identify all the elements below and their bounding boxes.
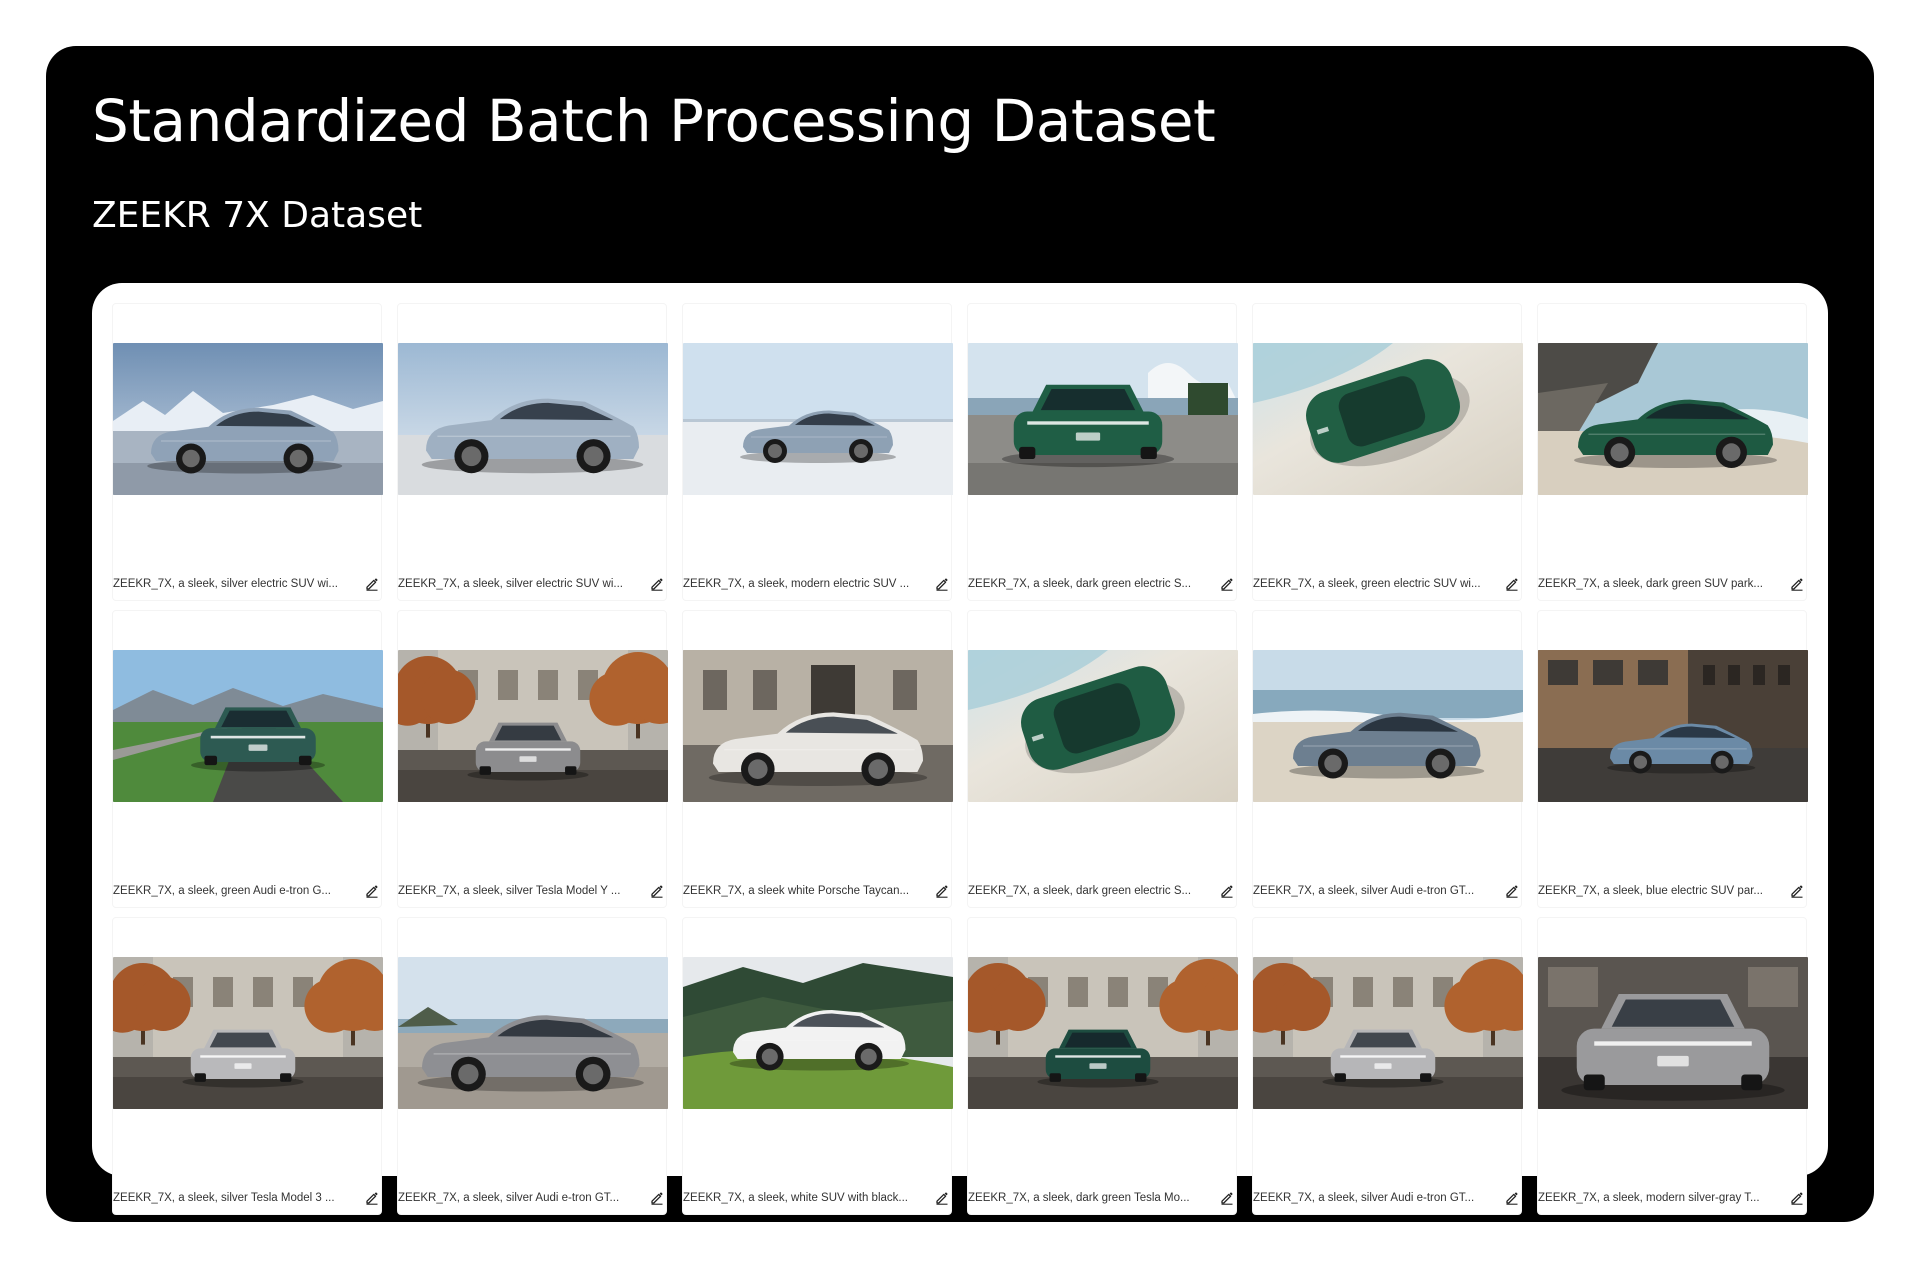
image-card[interactable]: ZEEKR_7X, a sleek, white SUV with black.… (682, 917, 953, 1215)
car-thumbnail[interactable] (683, 343, 953, 495)
image-card[interactable]: ZEEKR_7X, a sleek, blue electric SUV par… (1537, 610, 1808, 908)
car-thumbnail[interactable] (398, 343, 668, 495)
edit-caption-icon[interactable] (933, 1189, 951, 1207)
image-card[interactable]: ZEEKR_7X, a sleek, silver Audi e-tron GT… (1252, 610, 1523, 908)
car-thumbnail[interactable] (1538, 957, 1808, 1109)
edit-caption-icon[interactable] (648, 882, 666, 900)
edit-caption-icon[interactable] (1788, 1189, 1806, 1207)
image-card[interactable]: ZEEKR_7X, a sleek, silver Tesla Model Y … (397, 610, 668, 908)
car-thumbnail[interactable] (113, 650, 383, 802)
edit-caption-icon[interactable] (648, 575, 666, 593)
image-grid: ZEEKR_7X, a sleek, silver electric SUV w… (112, 303, 1808, 1215)
image-caption: ZEEKR_7X, a sleek, dark green electric S… (968, 885, 1192, 897)
car-thumbnail[interactable] (968, 957, 1238, 1109)
image-card[interactable]: ZEEKR_7X, a sleek white Porsche Taycan..… (682, 610, 953, 908)
image-card[interactable]: ZEEKR_7X, a sleek, silver electric SUV w… (112, 303, 383, 601)
car-thumbnail[interactable] (398, 650, 668, 802)
car-thumbnail[interactable] (1253, 343, 1523, 495)
edit-caption-icon[interactable] (933, 882, 951, 900)
edit-caption-icon[interactable] (1218, 575, 1236, 593)
image-card[interactable]: ZEEKR_7X, a sleek, silver electric SUV w… (397, 303, 668, 601)
car-thumbnail[interactable] (113, 957, 383, 1109)
image-caption: ZEEKR_7X, a sleek, white SUV with black.… (683, 1192, 908, 1204)
image-card[interactable]: ZEEKR_7X, a sleek, green Audi e-tron G..… (112, 610, 383, 908)
edit-caption-icon[interactable] (1788, 882, 1806, 900)
edit-caption-icon[interactable] (1503, 882, 1521, 900)
car-thumbnail[interactable] (1538, 343, 1808, 495)
image-caption: ZEEKR_7X, a sleek, green electric SUV wi… (1253, 578, 1481, 590)
edit-caption-icon[interactable] (1218, 882, 1236, 900)
image-card[interactable]: ZEEKR_7X, a sleek, modern silver-gray T.… (1537, 917, 1808, 1215)
image-card[interactable]: ZEEKR_7X, a sleek, dark green SUV park..… (1537, 303, 1808, 601)
image-caption: ZEEKR_7X, a sleek, blue electric SUV par… (1538, 885, 1763, 897)
edit-caption-icon[interactable] (363, 882, 381, 900)
edit-caption-icon[interactable] (363, 1189, 381, 1207)
image-card[interactable]: ZEEKR_7X, a sleek, dark green electric S… (967, 303, 1238, 601)
image-caption: ZEEKR_7X, a sleek, silver Audi e-tron GT… (1253, 1192, 1475, 1204)
image-caption: ZEEKR_7X, a sleek, silver electric SUV w… (398, 578, 623, 590)
image-caption: ZEEKR_7X, a sleek, silver electric SUV w… (113, 578, 338, 590)
image-card[interactable]: ZEEKR_7X, a sleek, green electric SUV wi… (1252, 303, 1523, 601)
image-card[interactable]: ZEEKR_7X, a sleek, silver Audi e-tron GT… (1252, 917, 1523, 1215)
edit-caption-icon[interactable] (363, 575, 381, 593)
car-thumbnail[interactable] (1253, 650, 1523, 802)
image-caption: ZEEKR_7X, a sleek, green Audi e-tron G..… (113, 885, 331, 897)
edit-caption-icon[interactable] (1503, 1189, 1521, 1207)
page-title: Standardized Batch Processing Dataset (92, 87, 1216, 155)
image-card[interactable]: ZEEKR_7X, a sleek, modern electric SUV .… (682, 303, 953, 601)
image-caption: ZEEKR_7X, a sleek, silver Audi e-tron GT… (398, 1192, 620, 1204)
image-card[interactable]: ZEEKR_7X, a sleek, silver Audi e-tron GT… (397, 917, 668, 1215)
image-card[interactable]: ZEEKR_7X, a sleek, dark green electric S… (967, 610, 1238, 908)
edit-caption-icon[interactable] (933, 575, 951, 593)
edit-caption-icon[interactable] (1503, 575, 1521, 593)
image-caption: ZEEKR_7X, a sleek, dark green SUV park..… (1538, 578, 1763, 590)
edit-caption-icon[interactable] (648, 1189, 666, 1207)
car-thumbnail[interactable] (398, 957, 668, 1109)
car-thumbnail[interactable] (683, 650, 953, 802)
image-caption: ZEEKR_7X, a sleek, dark green electric S… (968, 578, 1192, 590)
image-caption: ZEEKR_7X, a sleek white Porsche Taycan..… (683, 885, 910, 897)
edit-caption-icon[interactable] (1218, 1189, 1236, 1207)
car-thumbnail[interactable] (1253, 957, 1523, 1109)
image-caption: ZEEKR_7X, a sleek, silver Audi e-tron GT… (1253, 885, 1475, 897)
dataset-name: ZEEKR 7X Dataset (92, 195, 423, 236)
image-caption: ZEEKR_7X, a sleek, silver Tesla Model 3 … (113, 1192, 335, 1204)
car-thumbnail[interactable] (683, 957, 953, 1109)
image-card[interactable]: ZEEKR_7X, a sleek, dark green Tesla Mo..… (967, 917, 1238, 1215)
car-thumbnail[interactable] (113, 343, 383, 495)
image-caption: ZEEKR_7X, a sleek, modern silver-gray T.… (1538, 1192, 1760, 1204)
image-caption: ZEEKR_7X, a sleek, modern electric SUV .… (683, 578, 910, 590)
image-card[interactable]: ZEEKR_7X, a sleek, silver Tesla Model 3 … (112, 917, 383, 1215)
car-thumbnail[interactable] (968, 343, 1238, 495)
image-caption: ZEEKR_7X, a sleek, silver Tesla Model Y … (398, 885, 621, 897)
edit-caption-icon[interactable] (1788, 575, 1806, 593)
dataset-panel: Standardized Batch Processing Dataset ZE… (46, 46, 1874, 1222)
car-thumbnail[interactable] (968, 650, 1238, 802)
image-gallery: ZEEKR_7X, a sleek, silver electric SUV w… (92, 283, 1828, 1215)
image-caption: ZEEKR_7X, a sleek, dark green Tesla Mo..… (968, 1192, 1190, 1204)
car-thumbnail[interactable] (1538, 650, 1808, 802)
